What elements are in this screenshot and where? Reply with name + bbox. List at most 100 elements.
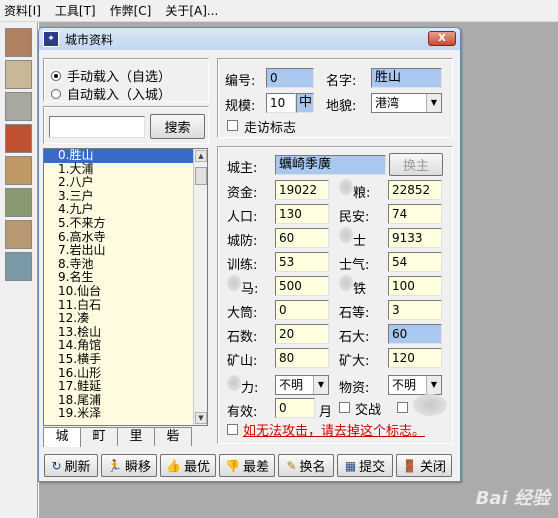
city-list-items: 0.胜山 1.大浦 2.八户 3.三户 4.九户 5.不来方 6.高水寺 7.岩出山 8.寺池 9… [44,149,207,421]
power-select[interactable]: 不明 ▼ [275,375,329,395]
chevron-down-icon[interactable]: ▼ [426,94,441,112]
list-item[interactable]: 4.九户 [44,203,207,217]
order-field[interactable]: 74 [388,204,442,224]
tube-field[interactable]: 0 [275,300,329,320]
lord-field[interactable]: 蠣崎季廣 [275,155,386,175]
auto-load-radio[interactable]: 自动载入（入城） [51,84,171,103]
valid-field[interactable]: 0 [275,398,315,418]
scale-unit: 中 [296,93,314,113]
list-item[interactable]: 9.名生 [44,271,207,285]
list-item[interactable]: 19.米泽 [44,407,207,421]
list-item[interactable]: 12.凑 [44,312,207,326]
stone_grade-field[interactable]: 3 [388,300,442,320]
training-field[interactable]: 53 [275,252,329,272]
tube-label: 大筒: [227,306,258,321]
id-field[interactable]: 0 [266,68,314,88]
best-button[interactable]: 👍 最优 [160,454,216,477]
funds-field[interactable]: 19022 [275,180,329,200]
manual-load-label: 手动载入（自选） [67,70,172,85]
menu-data[interactable]: 资料[I] [4,2,41,19]
tab-village[interactable]: 里 [117,427,155,446]
redacted-text [339,227,353,243]
chevron-down-icon[interactable]: ▼ [426,376,441,394]
submit-icon: ▦ [344,458,357,473]
scroll-up-icon[interactable]: ▲ [195,150,207,162]
general-portrait-icon[interactable] [5,28,32,57]
tab-castle[interactable]: 城 [43,427,81,447]
attack-warning-text[interactable]: 如无法攻击，请去掉这个标志。 [243,420,425,439]
best-label: 最优 [183,460,210,475]
trade-checkbox[interactable] [339,402,350,413]
lord-label: 城主: [227,161,258,176]
pen-icon: ✎ [286,458,297,473]
scroll-down-icon[interactable]: ▼ [195,412,207,424]
scholar-icon[interactable] [5,252,32,281]
landscape-icon[interactable] [5,188,32,217]
warrior-icon[interactable] [5,220,32,249]
search-input[interactable] [49,116,145,138]
army-icon[interactable] [5,156,32,185]
menu-tools[interactable]: 工具[T] [55,2,96,19]
castle-icon[interactable] [5,92,32,121]
close-window-button[interactable]: 🚪 关闭 [396,454,452,477]
gun-field[interactable]: 100 [388,276,442,296]
app-icon: ✦ [43,31,59,47]
close-button[interactable]: X [428,31,456,46]
rename-button[interactable]: ✎ 换名 [278,454,334,477]
attack-flag-checkbox[interactable] [227,424,238,435]
defense-field[interactable]: 60 [275,228,329,248]
thumbs-down-icon: 👎 [225,458,240,473]
stone_count-field[interactable]: 20 [275,324,329,344]
horse-label: 马: [241,282,259,297]
list-item[interactable]: 11.白石 [44,298,207,313]
character-portrait-icon[interactable] [5,60,32,89]
name-field[interactable]: 胜山 [371,68,442,88]
scroll-thumb[interactable] [195,167,207,185]
horse-field[interactable]: 500 [275,276,329,296]
list-item[interactable]: 5.不来方 [44,217,207,231]
pop-field[interactable]: 130 [275,204,329,224]
title-bar[interactable]: ✦ 城市资料 X [39,28,460,50]
mine-field[interactable]: 80 [275,348,329,368]
morale-field[interactable]: 54 [388,252,442,272]
family-crest-icon[interactable] [5,124,32,153]
door-exit-icon: 🚪 [402,458,417,473]
menu-cheat[interactable]: 作弊[C] [110,2,152,19]
order-label: 民安: [339,210,370,225]
tab-fort[interactable]: 砦 [154,427,192,446]
tab-town[interactable]: 町 [80,427,118,446]
soldier-field[interactable]: 9133 [388,228,442,248]
terrain-select[interactable]: 港湾 ▼ [371,93,442,113]
refresh-button[interactable]: ↻ 刷新 [44,454,98,477]
scale-field[interactable]: 10 [266,93,296,113]
list-item[interactable]: 15.横手 [44,353,207,367]
stone_max-field[interactable]: 60 [388,324,442,344]
food-field[interactable]: 22852 [388,180,442,200]
submit-button[interactable]: ▦ 提交 [337,454,393,477]
list-item[interactable]: 7.岩出山 [44,244,207,258]
menu-about[interactable]: 关于[A]... [165,2,218,19]
list-item[interactable]: 0.胜山 [44,149,207,163]
change-lord-button[interactable]: 换主 [389,153,443,176]
scrollbar[interactable]: ▲ ▼ [193,149,207,425]
list-item[interactable]: 2.八户 [44,176,207,190]
search-button[interactable]: 搜索 [150,114,205,139]
list-item[interactable]: 10.仙台 [44,285,207,299]
worst-button[interactable]: 👎 最差 [219,454,275,477]
teleport-button[interactable]: 🏃 瞬移 [101,454,157,477]
defense-label: 城防: [227,234,258,249]
window-title: 城市资料 [65,32,114,47]
visit-flag-checkbox[interactable] [227,120,238,131]
city-list[interactable]: 0.胜山 1.大浦 2.八户 3.三户 4.九户 5.不来方 6.高水寺 7.岩出山 8.寺池 9… [43,148,208,426]
radio-dot [51,88,61,99]
list-item[interactable]: 18.尾浦 [44,393,207,408]
terrain-label: 地貌: [326,99,357,114]
list-item[interactable]: 14.角馆 [44,339,207,353]
chevron-down-icon[interactable]: ▼ [313,376,328,394]
goods-select[interactable]: 不明 ▼ [388,375,442,395]
mine_max-field[interactable]: 120 [388,348,442,368]
list-item[interactable]: 17.鲑延 [44,380,207,394]
auto-load-label: 自动载入（入城） [67,88,172,103]
extra-checkbox[interactable] [397,402,408,413]
manual-load-radio[interactable]: 手动载入（自选） [51,66,171,85]
